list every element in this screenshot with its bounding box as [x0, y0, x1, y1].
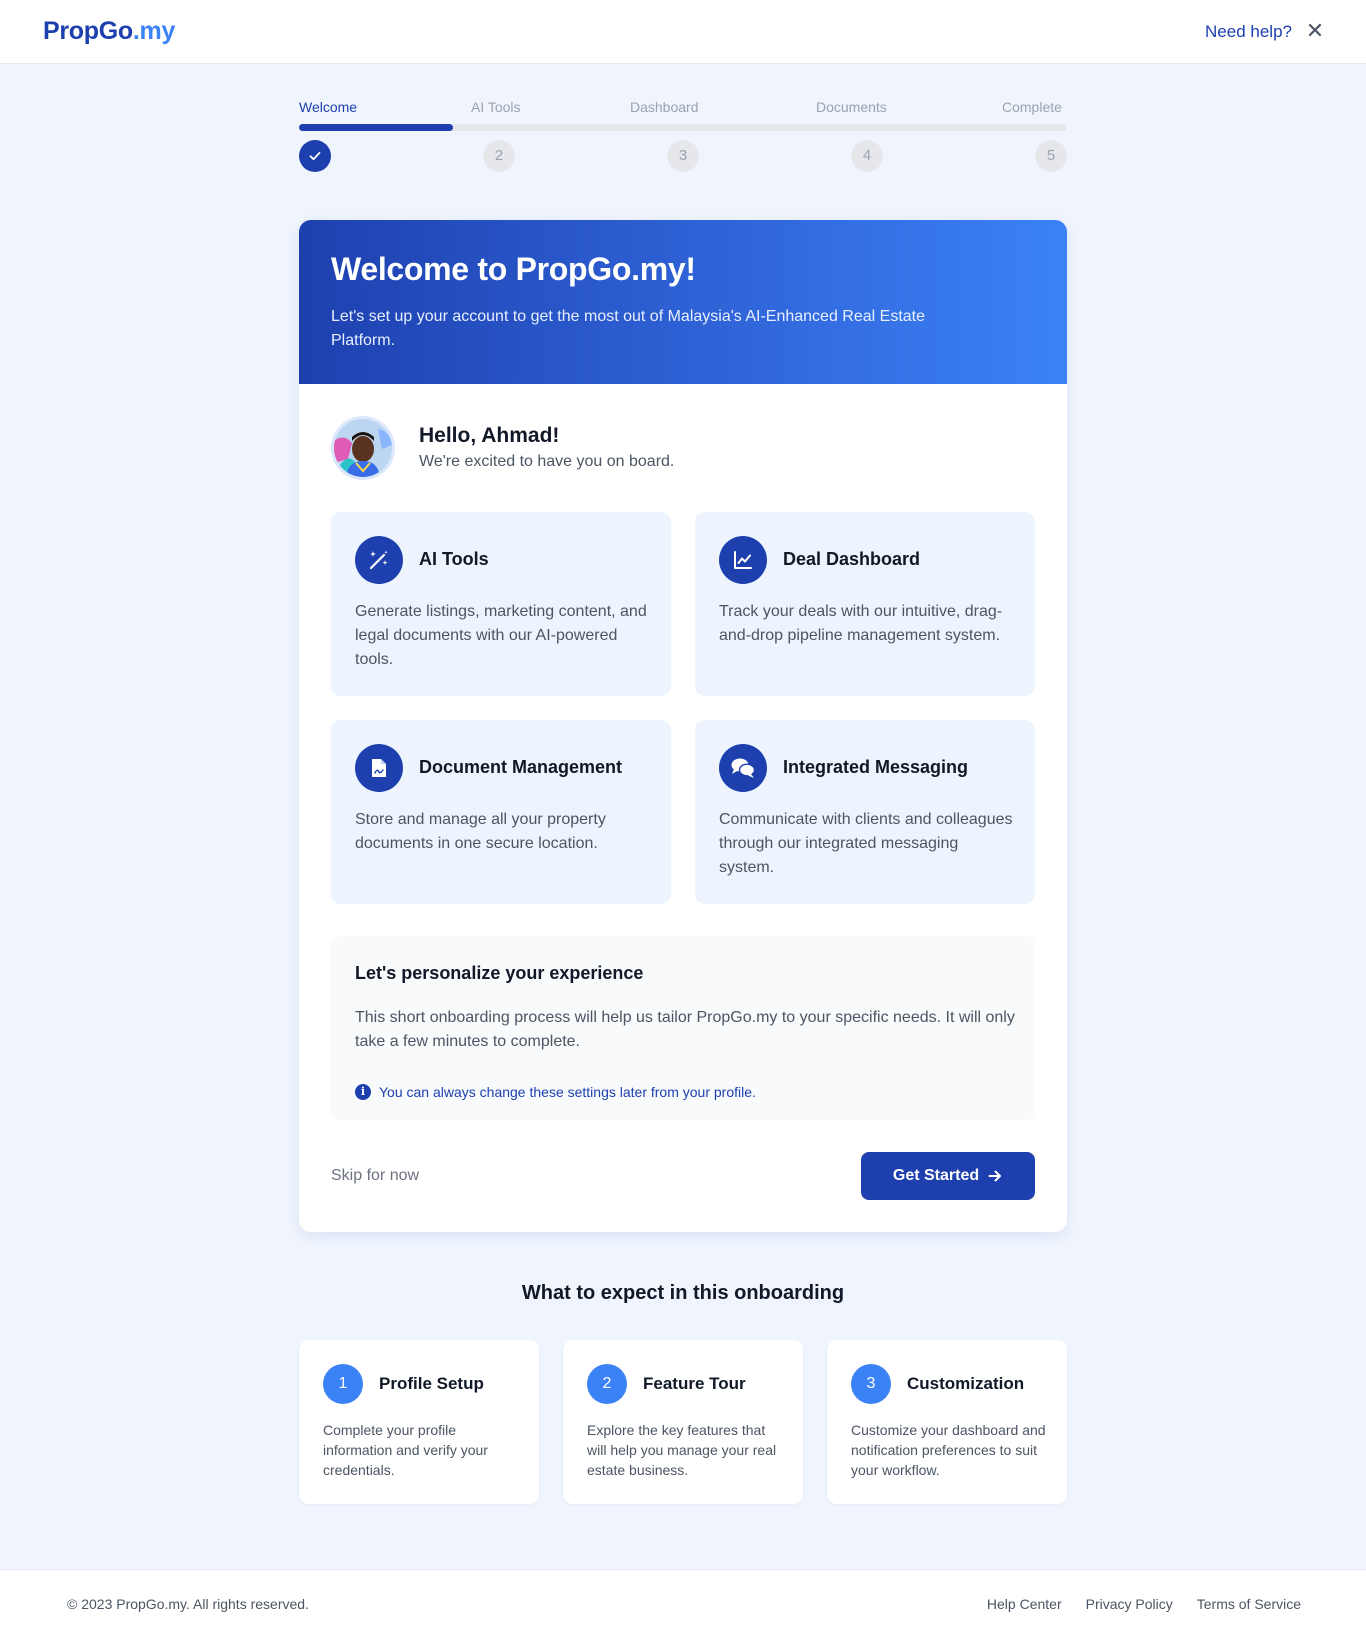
step-5-dot: 5: [1035, 140, 1067, 172]
skip-button[interactable]: Skip for now: [331, 1167, 419, 1185]
greeting: Hello, Ahmad! We're excited to have you …: [331, 416, 1031, 480]
info-icon: i: [355, 1084, 371, 1100]
logo-text: PropGo: [43, 17, 133, 45]
progress-fill: [299, 124, 453, 131]
step-label-complete: Complete: [1002, 99, 1062, 115]
expect-card-customization: 3 Customization Customize your dashboard…: [827, 1340, 1067, 1504]
greeting-subtitle: We're excited to have you on board.: [419, 453, 675, 470]
feature-title: Integrated Messaging: [783, 757, 969, 777]
step-2-dot: 2: [483, 140, 515, 172]
footer-links: Help Center Privacy Policy Terms of Serv…: [987, 1596, 1301, 1612]
expect-card-profile-setup: 1 Profile Setup Complete your profile in…: [299, 1340, 539, 1504]
footer-link-privacy-policy[interactable]: Privacy Policy: [1086, 1596, 1173, 1612]
copyright: © 2023 PropGo.my. All rights reserved.: [67, 1596, 309, 1612]
document-icon: [355, 744, 403, 792]
greeting-name: Hello, Ahmad!: [419, 424, 560, 447]
expect-step-number: 1: [323, 1364, 363, 1404]
feature-desc: Track your deals with our intuitive, dra…: [719, 603, 1003, 644]
footer-link-terms-of-service[interactable]: Terms of Service: [1197, 1596, 1301, 1612]
settings-note-text: You can always change these settings lat…: [379, 1084, 756, 1100]
expect-card-title: Profile Setup: [379, 1374, 484, 1393]
expect-card-desc: Customize your dashboard and notificatio…: [851, 1422, 1046, 1478]
logo-tld: .my: [132, 17, 176, 45]
onboarding-stepper: Welcome AI Tools Dashboard Documents Com…: [299, 96, 1067, 176]
feature-card-ai-tools: AI Tools Generate listings, marketing co…: [331, 512, 671, 696]
step-label-dashboard: Dashboard: [630, 99, 699, 115]
personalize-title: Let's personalize your experience: [355, 963, 644, 983]
step-1-check-icon: [299, 140, 331, 172]
top-bar: PropGo.my Need help? ✕: [0, 0, 1366, 64]
feature-card-deal-dashboard: Deal Dashboard Track your deals with our…: [695, 512, 1035, 696]
step-label-ai-tools: AI Tools: [471, 99, 521, 115]
feature-card-document-management: Document Management Store and manage all…: [331, 720, 671, 904]
progress-track: [299, 124, 1067, 131]
feature-title: Document Management: [419, 757, 623, 777]
expect-title: What to expect in this onboarding: [521, 1282, 845, 1304]
logo[interactable]: PropGo.my: [43, 17, 175, 46]
expect-card-title: Customization: [907, 1374, 1025, 1393]
feature-title: Deal Dashboard: [783, 549, 921, 569]
avatar: [331, 416, 395, 480]
footer: © 2023 PropGo.my. All rights reserved. H…: [0, 1569, 1366, 1637]
chart-line-icon: [719, 536, 767, 584]
arrow-right-icon: [988, 1170, 1002, 1182]
welcome-hero: Welcome to PropGo.my! Let's set up your …: [299, 220, 1067, 384]
step-3-dot: 3: [667, 140, 699, 172]
feature-desc: Communicate with clients and colleagues …: [719, 811, 1013, 876]
get-started-button[interactable]: Get Started: [861, 1152, 1035, 1200]
footer-link-help-center[interactable]: Help Center: [987, 1596, 1062, 1612]
expect-card-desc: Explore the key features that will help …: [587, 1422, 777, 1478]
magic-wand-icon: [355, 536, 403, 584]
feature-card-integrated-messaging: Integrated Messaging Communicate with cl…: [695, 720, 1035, 904]
step-label-welcome: Welcome: [299, 99, 358, 115]
settings-note: i You can always change these settings l…: [355, 1084, 756, 1100]
step-label-documents: Documents: [816, 99, 887, 115]
welcome-card: Welcome to PropGo.my! Let's set up your …: [299, 220, 1067, 1232]
need-help-link[interactable]: Need help?: [1205, 22, 1292, 42]
personalize-panel: Let's personalize your experience This s…: [331, 936, 1035, 1120]
expect-step-number: 3: [851, 1364, 891, 1404]
chat-bubbles-icon: [719, 744, 767, 792]
feature-desc: Generate listings, marketing content, an…: [355, 603, 647, 668]
feature-desc: Store and manage all your property docum…: [355, 811, 606, 852]
feature-title: AI Tools: [419, 549, 489, 569]
personalize-body: This short onboarding process will help …: [355, 1009, 1015, 1050]
expect-card-desc: Complete your profile information and ve…: [323, 1422, 488, 1478]
close-icon[interactable]: ✕: [1304, 20, 1326, 42]
hero-title: Welcome to PropGo.my!: [331, 251, 696, 287]
hero-subtitle: Let's set up your account to get the mos…: [331, 308, 925, 349]
expect-card-title: Feature Tour: [643, 1374, 746, 1393]
step-4-dot: 4: [851, 140, 883, 172]
get-started-label: Get Started: [892, 1167, 980, 1184]
expect-step-number: 2: [587, 1364, 627, 1404]
expect-card-feature-tour: 2 Feature Tour Explore the key features …: [563, 1340, 803, 1504]
